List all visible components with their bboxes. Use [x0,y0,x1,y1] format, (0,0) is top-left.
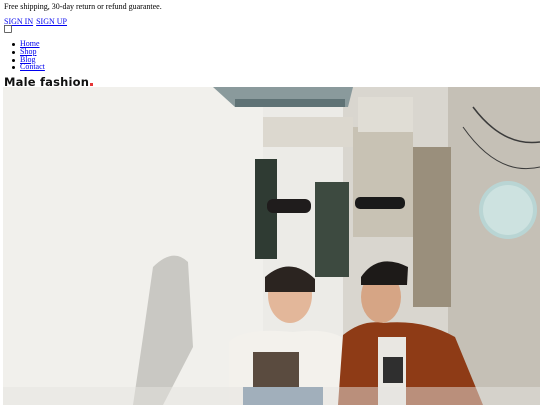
main-nav: Home Shop Blog Contact [12,40,45,71]
nav-item-contact: Contact [12,62,45,71]
menu-toggle-checkbox[interactable] [4,25,12,33]
logo-accent-dot [90,83,94,86]
auth-links: SIGN IN SIGN UP [4,17,68,27]
sign-up-link[interactable]: SIGN UP [36,17,67,26]
hero-photo [3,87,540,405]
announcement-text: Free shipping, 30-day return or refund g… [4,2,162,11]
hero-image [3,87,540,405]
nav-link-contact[interactable]: Contact [20,62,45,71]
